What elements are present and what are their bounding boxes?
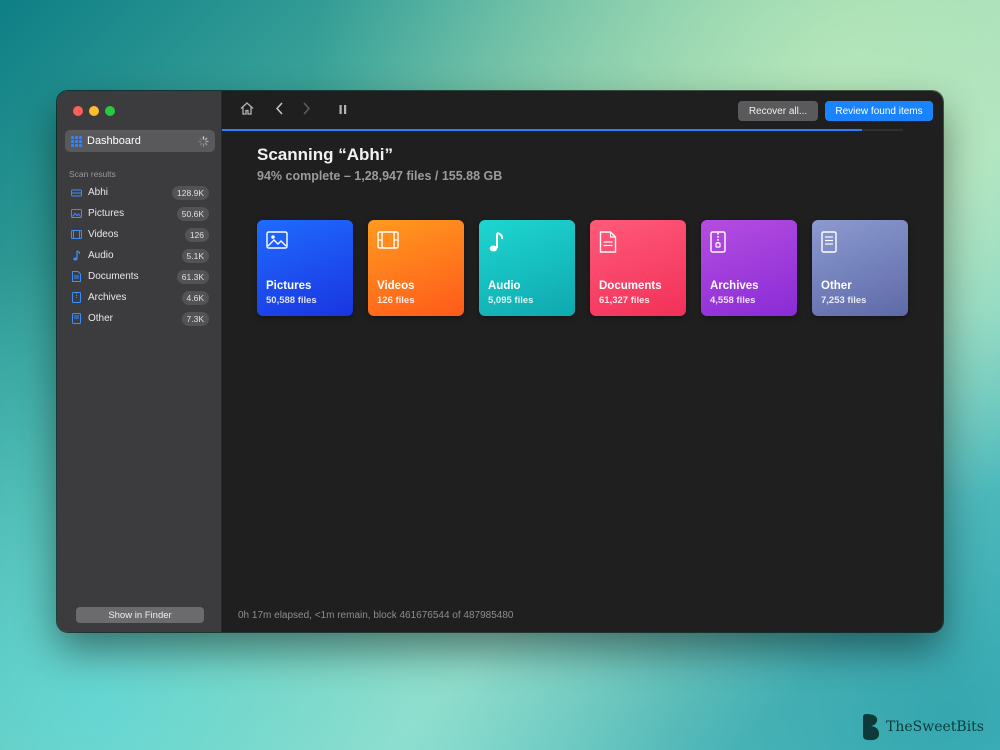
count-badge: 7.3K xyxy=(181,311,209,326)
category-card-other[interactable]: Other 7,253 files xyxy=(812,220,908,316)
sidebar-item-dashboard[interactable]: Dashboard xyxy=(65,130,215,152)
category-card-archives[interactable]: Archives 4,558 files xyxy=(701,220,797,316)
sidebar-item-audio[interactable]: Audio 5.1K xyxy=(57,245,222,266)
category-cards: Pictures 50,588 files Videos 126 files A… xyxy=(257,220,908,316)
card-title: Videos xyxy=(377,280,415,292)
document-icon xyxy=(599,231,621,253)
category-card-documents[interactable]: Documents 61,327 files xyxy=(590,220,686,316)
file-icon xyxy=(71,313,82,324)
count-badge: 50.6K xyxy=(176,206,209,221)
document-icon xyxy=(71,271,82,282)
forward-chevron-icon[interactable] xyxy=(302,102,311,118)
zoom-window-button[interactable] xyxy=(105,106,115,116)
sidebar-item-documents[interactable]: Documents 61.3K xyxy=(57,266,222,287)
card-count: 4,558 files xyxy=(710,295,756,306)
card-count: 5,095 files xyxy=(488,295,534,306)
count-badge: 61.3K xyxy=(176,269,209,284)
card-title: Documents xyxy=(599,280,662,292)
count-badge: 5.1K xyxy=(181,248,209,263)
dashboard-grid-icon xyxy=(71,135,82,147)
scan-progress-fill xyxy=(222,129,863,131)
card-title: Pictures xyxy=(266,280,312,292)
show-in-finder-button[interactable]: Show in Finder xyxy=(76,607,204,623)
scan-title: Scanning “Abhi” xyxy=(257,145,393,164)
sidebar-item-abhi[interactable]: Abhi 128.9K xyxy=(57,182,222,203)
toolbar: Recover all... Review found items xyxy=(222,100,943,122)
sidebar-item-label: Archives xyxy=(88,292,127,303)
music-note-icon xyxy=(71,250,82,261)
loading-spinner-icon xyxy=(198,135,209,147)
category-card-audio[interactable]: Audio 5,095 files xyxy=(479,220,575,316)
card-count: 126 files xyxy=(377,295,415,306)
window-controls xyxy=(73,106,115,116)
scan-subtitle: 94% complete – 1,28,947 files / 155.88 G… xyxy=(257,169,503,183)
music-note-icon xyxy=(488,231,510,253)
sidebar-item-videos[interactable]: Videos 126 xyxy=(57,224,222,245)
count-badge: 126 xyxy=(184,227,209,242)
scan-status-text: 0h 17m elapsed, <1m remain, block 461676… xyxy=(238,610,514,621)
sidebar-item-label: Documents xyxy=(88,271,139,282)
dashboard-label: Dashboard xyxy=(87,135,141,147)
home-icon[interactable] xyxy=(240,102,254,118)
picture-icon xyxy=(71,208,82,219)
film-icon xyxy=(377,231,399,253)
archive-icon xyxy=(71,292,82,303)
sidebar-item-label: Videos xyxy=(88,229,119,240)
sidebar-item-label: Abhi xyxy=(88,187,109,198)
sidebar: Dashboard Scan results Abhi 128.9K Pictu… xyxy=(57,91,222,632)
close-window-button[interactable] xyxy=(73,106,83,116)
count-badge: 128.9K xyxy=(172,185,209,200)
scan-progress-bar xyxy=(222,129,903,131)
scan-results-heading: Scan results xyxy=(69,169,116,179)
brand-logo-icon xyxy=(860,712,882,742)
back-chevron-icon[interactable] xyxy=(275,102,284,118)
minimize-window-button[interactable] xyxy=(89,106,99,116)
watermark: TheSweetBits xyxy=(860,712,984,742)
sidebar-item-label: Other xyxy=(88,313,114,324)
review-found-items-button[interactable]: Review found items xyxy=(825,101,933,121)
film-icon xyxy=(71,229,82,240)
drive-icon xyxy=(71,187,82,198)
sidebar-item-label: Audio xyxy=(88,250,114,261)
scan-results-list: Abhi 128.9K Pictures 50.6K Videos 126 Au… xyxy=(57,182,222,329)
watermark-text: TheSweetBits xyxy=(886,719,984,735)
sidebar-item-label: Pictures xyxy=(88,208,125,219)
sidebar-item-other[interactable]: Other 7.3K xyxy=(57,308,222,329)
category-card-pictures[interactable]: Pictures 50,588 files xyxy=(257,220,353,316)
archive-icon xyxy=(710,231,732,253)
picture-icon xyxy=(266,231,288,253)
sidebar-item-pictures[interactable]: Pictures 50.6K xyxy=(57,203,222,224)
category-card-videos[interactable]: Videos 126 files xyxy=(368,220,464,316)
main-panel: Recover all... Review found items Scanni… xyxy=(222,91,943,632)
card-title: Archives xyxy=(710,280,759,292)
pause-icon[interactable] xyxy=(339,102,347,118)
file-icon xyxy=(821,231,843,253)
sidebar-item-archives[interactable]: Archives 4.6K xyxy=(57,287,222,308)
count-badge: 4.6K xyxy=(181,290,209,305)
card-title: Audio xyxy=(488,280,521,292)
recover-all-button[interactable]: Recover all... xyxy=(738,101,818,121)
card-count: 50,588 files xyxy=(266,295,317,306)
card-count: 61,327 files xyxy=(599,295,650,306)
app-window: Dashboard Scan results Abhi 128.9K Pictu… xyxy=(57,91,943,632)
card-count: 7,253 files xyxy=(821,295,867,306)
card-title: Other xyxy=(821,280,852,292)
